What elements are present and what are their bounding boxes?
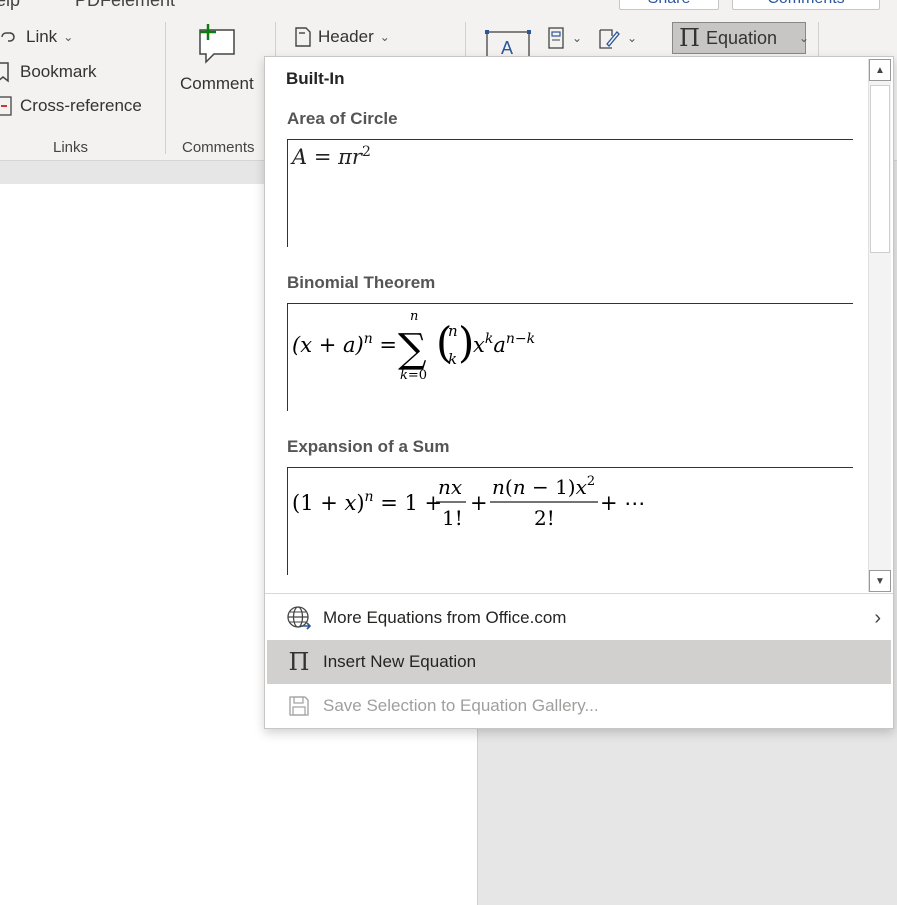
svg-text:): ) xyxy=(458,318,474,367)
built-in-section-header: Built-In xyxy=(286,69,345,88)
triangle-up-icon: ▲ xyxy=(875,64,885,76)
svg-text:k=0: k=0 xyxy=(400,368,427,383)
globe-icon xyxy=(285,604,313,632)
chevron-down-icon: ⌄ xyxy=(799,31,810,45)
svg-text:n: n xyxy=(410,309,418,324)
equation-gallery-dropdown: Built-In Area of Circle A = πr2 Binomial… xyxy=(264,56,894,729)
pdfelement-tab[interactable]: PDFelement xyxy=(75,0,175,11)
pi-icon: Π xyxy=(288,648,310,676)
binomial-theorem-formula: (x + a)n = n ∑ k=0 ( n k ) xkan−k xyxy=(292,309,535,383)
equation-preview: (x + a)n = n ∑ k=0 ( n k ) xkan−k xyxy=(287,303,853,411)
signature-line-button[interactable]: ⌄ xyxy=(597,26,637,50)
svg-text:n: n xyxy=(448,322,458,340)
signature-line-icon xyxy=(599,29,620,49)
equation-preview: A = πr2 xyxy=(287,139,853,247)
equation-button[interactable]: Π Equation ⌄ xyxy=(672,22,810,54)
equation-title: Binomial Theorem xyxy=(287,273,436,292)
scroll-up-button[interactable]: ▲ xyxy=(869,59,891,81)
svg-text:+ ⋯: + ⋯ xyxy=(600,491,645,515)
cross-reference-button[interactable]: Cross-reference xyxy=(0,95,142,117)
more-equations-office-item[interactable]: More Equations from Office.com › xyxy=(267,596,891,640)
link-button[interactable]: Link ⌄ xyxy=(0,27,73,47)
equation-title: Expansion of a Sum xyxy=(287,437,450,456)
equation-gallery-item[interactable]: Area of Circle A = πr2 xyxy=(287,109,853,247)
svg-text:(1 + x)n = 1 +: (1 + x)n = 1 + xyxy=(292,489,442,515)
cross-reference-label: Cross-reference xyxy=(20,96,142,115)
new-comment-button[interactable]: Comment xyxy=(180,24,254,94)
menu-divider xyxy=(265,593,893,594)
more-equations-label: More Equations from Office.com xyxy=(323,608,567,627)
svg-text:(x + a)n =: (x + a)n = xyxy=(292,331,397,357)
svg-text:A: A xyxy=(501,38,513,58)
svg-text:1!: 1! xyxy=(442,506,463,530)
comments-group-label: Comments xyxy=(182,139,255,156)
quick-parts-icon xyxy=(548,27,564,49)
bookmark-label: Bookmark xyxy=(20,62,97,81)
svg-text:k: k xyxy=(448,350,457,368)
link-icon xyxy=(1,32,15,42)
save-selection-to-gallery-item[interactable]: Save Selection to Equation Gallery... xyxy=(267,684,891,728)
bookmark-button[interactable]: Bookmark xyxy=(0,61,97,83)
group-divider xyxy=(165,22,166,154)
comments-button[interactable]: Comments xyxy=(732,0,880,10)
share-label: Share xyxy=(648,0,691,8)
header-label: Header xyxy=(318,27,374,46)
pi-icon: Π xyxy=(679,24,700,52)
equation-label: Equation xyxy=(705,27,777,48)
save-selection-label: Save Selection to Equation Gallery... xyxy=(323,696,599,715)
triangle-down-icon: ▼ xyxy=(875,575,885,587)
svg-text:xkan−k: xkan−k xyxy=(473,331,535,357)
chevron-down-icon: ⌄ xyxy=(572,31,583,45)
help-tab[interactable]: elp xyxy=(0,0,20,11)
expansion-of-sum-formula: (1 + x)n = 1 + nx 1! + n(n − 1)x2 2! + ⋯ xyxy=(292,474,645,530)
text-box-button[interactable]: A xyxy=(485,28,531,58)
link-label: Link xyxy=(26,27,58,46)
chevron-down-icon: ⌄ xyxy=(627,31,638,45)
chevron-down-icon: ⌄ xyxy=(63,30,74,44)
svg-text:2!: 2! xyxy=(534,506,555,530)
chevron-right-icon: › xyxy=(874,606,881,629)
new-comment-icon xyxy=(199,24,235,64)
svg-text:n(n − 1)x2: n(n − 1)x2 xyxy=(492,474,595,499)
bookmark-icon xyxy=(0,62,9,83)
svg-text:nx: nx xyxy=(438,475,462,499)
comments-label: Comments xyxy=(767,0,844,8)
share-button[interactable]: Share xyxy=(619,0,719,10)
text-box-icon: A xyxy=(485,30,531,58)
scroll-down-button[interactable]: ▼ xyxy=(869,570,891,592)
equation-gallery-item[interactable]: Expansion of a Sum (1 + x)n = 1 + nx 1! … xyxy=(287,437,853,575)
header-button[interactable]: Header ⌄ xyxy=(294,26,390,48)
chevron-down-icon: ⌄ xyxy=(379,30,390,44)
gallery-scrollbar[interactable]: ▲ ▼ xyxy=(868,59,891,592)
links-group-label: Links xyxy=(53,139,89,156)
svg-text:∑: ∑ xyxy=(398,326,427,372)
area-of-circle-formula: A = πr2 xyxy=(292,144,371,169)
svg-text:+: + xyxy=(470,491,488,515)
insert-new-equation-item[interactable]: Π Insert New Equation xyxy=(267,640,891,684)
comment-label: Comment xyxy=(180,74,254,93)
save-icon xyxy=(285,692,313,720)
equation-gallery-item[interactable]: Binomial Theorem (x + a)n = n ∑ k=0 ( n … xyxy=(287,273,853,411)
cross-reference-icon xyxy=(0,96,12,116)
header-icon xyxy=(295,27,311,47)
equation-preview: (1 + x)n = 1 + nx 1! + n(n − 1)x2 2! + ⋯ xyxy=(287,467,853,575)
scrollbar-thumb[interactable] xyxy=(870,85,890,253)
quick-parts-button[interactable]: ⌄ xyxy=(546,26,582,50)
equation-title: Area of Circle xyxy=(287,109,398,128)
insert-new-equation-label: Insert New Equation xyxy=(323,652,477,671)
